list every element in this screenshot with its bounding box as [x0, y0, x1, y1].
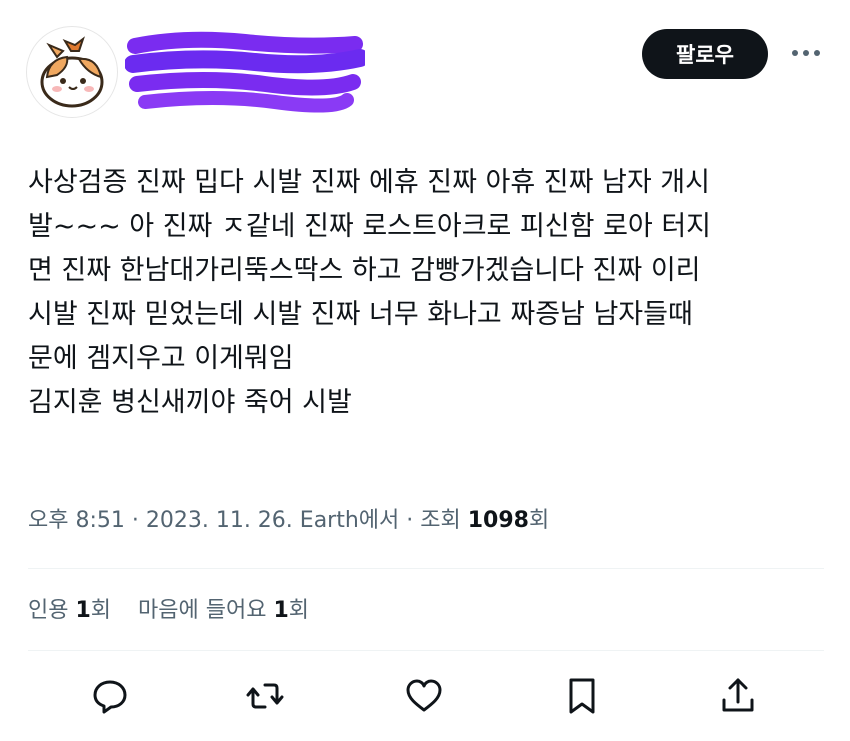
like-suffix: 회 [288, 598, 310, 623]
bookmark-icon [569, 678, 595, 714]
tweet-text-line: 문에 겜지우고 이게뭐임 [28, 343, 294, 374]
more-icon[interactable] [786, 40, 826, 66]
tweet-text-line: 면 진짜 한남대가리뚝스딱스 하고 감빵가겠습니다 진짜 이리 [28, 255, 701, 286]
quote-suffix: 회 [90, 598, 112, 623]
share-button[interactable] [716, 674, 760, 718]
avatar[interactable] [26, 26, 118, 118]
reply-button[interactable] [88, 674, 132, 718]
redacted-name-scribble [125, 31, 365, 113]
tweet-text-line: 사상검증 진짜 밉다 시발 진짜 에휴 진짜 아휴 진짜 남자 개시 [28, 167, 710, 198]
like-button[interactable] [402, 674, 446, 718]
timestamp-source[interactable]: 오후 8:51 · 2023. 11. 26. Earth에서 · 조회 [28, 508, 468, 533]
quote-label: 인용 [28, 598, 76, 623]
tweet-text-line: 발~~~ 아 진짜 ㅈ같네 진짜 로스트아크로 피신함 로아 터지 [28, 211, 712, 242]
follow-button[interactable]: 팔로우 [642, 29, 768, 79]
like-label: 마음에 들어요 [138, 598, 274, 623]
tweet-text-line: 시발 진짜 믿었는데 시발 진짜 너무 화나고 짜증남 남자들때 [28, 299, 693, 330]
like-stat[interactable]: 마음에 들어요 1회 [138, 592, 309, 624]
tweet-meta: 오후 8:51 · 2023. 11. 26. Earth에서 · 조회 109… [28, 502, 549, 534]
share-icon [722, 678, 754, 712]
divider [28, 650, 824, 651]
quote-stat[interactable]: 인용 1회 [28, 592, 111, 624]
view-count: 1098 [467, 508, 529, 533]
tweet-text-line: 김지훈 병신새끼야 죽어 시발 [28, 387, 352, 418]
engagement-stats: 인용 1회 마음에 들어요 1회 [28, 592, 329, 624]
quote-count: 1 [75, 598, 91, 623]
hamster-avatar-image [40, 36, 104, 108]
tweet-text: 사상검증 진짜 밉다 시발 진짜 에휴 진짜 아휴 진짜 남자 개시 발~~~ … [28, 161, 828, 425]
divider [28, 568, 824, 569]
retweet-icon [246, 683, 284, 709]
action-bar [0, 670, 850, 730]
bookmark-button[interactable] [560, 674, 604, 718]
retweet-button[interactable] [243, 674, 287, 718]
reply-icon [93, 680, 127, 714]
like-count: 1 [273, 598, 289, 623]
tweet-header: 팔로우 [0, 0, 850, 130]
like-icon [406, 679, 442, 712]
view-count-suffix: 회 [528, 508, 550, 533]
